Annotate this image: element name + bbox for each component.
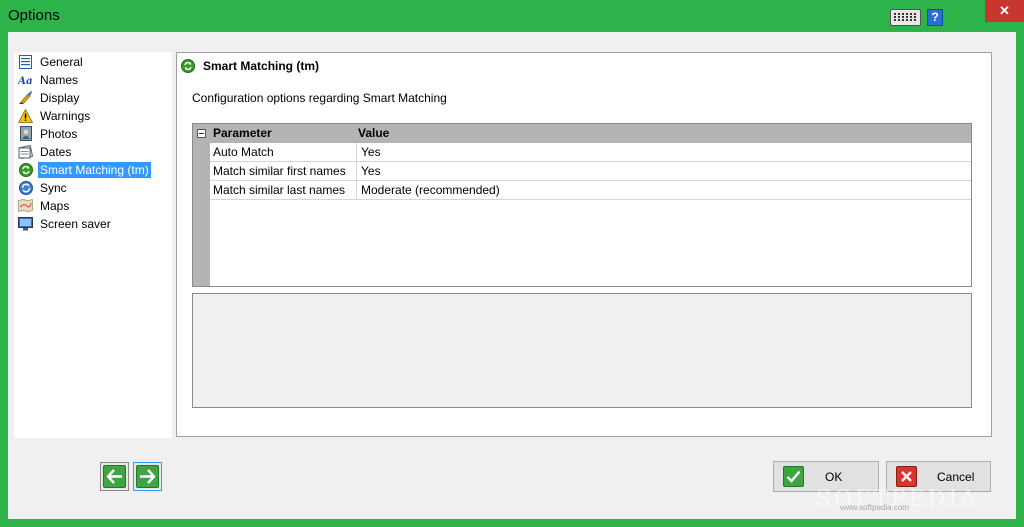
sidebar-item-smart-matching[interactable]: Smart Matching (tm) xyxy=(18,161,168,178)
grid-header: Parameter Value xyxy=(193,124,971,143)
settings-panel: Smart Matching (tm) Configuration option… xyxy=(176,52,992,437)
x-cancel-icon xyxy=(896,466,917,487)
sidebar-item-dates[interactable]: Dates xyxy=(18,143,168,160)
sidebar-item-display[interactable]: Display xyxy=(18,89,168,106)
grid-row[interactable]: Auto Match Yes xyxy=(210,143,971,162)
arrow-right-icon xyxy=(136,465,159,488)
sidebar-item-label: General xyxy=(40,54,83,69)
forward-button[interactable] xyxy=(133,462,162,491)
help-button[interactable]: ? xyxy=(927,9,943,26)
page-description: Configuration options regarding Smart Ma… xyxy=(192,91,447,105)
sidebar-item-label: Names xyxy=(40,72,79,87)
photo-frame-icon xyxy=(18,126,33,141)
sidebar-item-maps[interactable]: Maps xyxy=(18,197,168,214)
svg-text:Aa: Aa xyxy=(18,74,33,85)
value-cell[interactable]: Moderate (recommended) xyxy=(361,183,500,197)
sidebar-item-sync[interactable]: Sync xyxy=(18,179,168,196)
sidebar-item-label: Dates xyxy=(40,144,72,159)
sidebar-item-photos[interactable]: Photos xyxy=(18,125,168,142)
parameter-cell: Auto Match xyxy=(213,145,274,159)
ok-label: OK xyxy=(825,469,843,484)
arrow-left-icon xyxy=(103,465,126,488)
parameter-cell: Match similar last names xyxy=(213,183,346,197)
keyboard-icon[interactable] xyxy=(890,9,921,26)
font-aa-icon: Aa xyxy=(18,72,33,87)
window-title: Options xyxy=(8,7,60,24)
dialog-body: General Aa Names Display Warnings Photos xyxy=(8,32,1016,519)
back-button[interactable] xyxy=(100,462,129,491)
parameter-description-box xyxy=(192,293,972,408)
sidebar-item-label: Screen saver xyxy=(40,216,111,231)
sidebar-item-label: Warnings xyxy=(40,108,91,123)
value-cell[interactable]: Yes xyxy=(361,164,381,178)
document-icon xyxy=(18,54,33,69)
cancel-label: Cancel xyxy=(937,469,975,484)
collapse-icon[interactable] xyxy=(197,129,206,138)
checkmark-icon xyxy=(783,466,804,487)
calendar-icon xyxy=(18,144,33,159)
panel-header: Smart Matching (tm) xyxy=(181,57,319,75)
sidebar-item-label: Sync xyxy=(40,180,67,195)
grid-row[interactable]: Match similar last names Moderate (recom… xyxy=(210,181,971,200)
title-bar: Options ? ✕ xyxy=(0,0,1024,32)
close-button[interactable]: ✕ xyxy=(985,0,1024,22)
grid-gutter xyxy=(193,124,210,286)
sidebar-item-names[interactable]: Aa Names xyxy=(18,71,168,88)
page-title: Smart Matching (tm) xyxy=(203,59,320,73)
column-header-value: Value xyxy=(358,126,390,140)
monitor-icon xyxy=(18,216,33,231)
map-icon xyxy=(18,198,33,213)
options-category-list[interactable]: General Aa Names Display Warnings Photos xyxy=(14,52,172,438)
sync-icon xyxy=(18,180,33,195)
brush-icon xyxy=(18,90,33,105)
property-grid[interactable]: Parameter Value Auto Match Yes Match sim… xyxy=(192,123,972,287)
value-cell[interactable]: Yes xyxy=(361,145,381,159)
column-header-parameter: Parameter xyxy=(213,126,272,140)
smart-matching-icon xyxy=(181,59,195,73)
sidebar-item-warnings[interactable]: Warnings xyxy=(18,107,168,124)
sidebar-item-general[interactable]: General xyxy=(18,53,168,70)
warning-icon xyxy=(18,108,33,123)
sidebar-item-label: Maps xyxy=(40,198,70,213)
parameter-cell: Match similar first names xyxy=(213,164,346,178)
smart-matching-icon xyxy=(18,162,33,177)
softpedia-watermark-url: www.softpedia.com xyxy=(840,503,909,512)
grid-row[interactable]: Match similar first names Yes xyxy=(210,162,971,181)
sidebar-item-label: Photos xyxy=(40,126,78,141)
sidebar-item-label: Smart Matching (tm) xyxy=(38,161,151,178)
sidebar-item-label: Display xyxy=(40,90,80,105)
sidebar-item-screen-saver[interactable]: Screen saver xyxy=(18,215,168,232)
